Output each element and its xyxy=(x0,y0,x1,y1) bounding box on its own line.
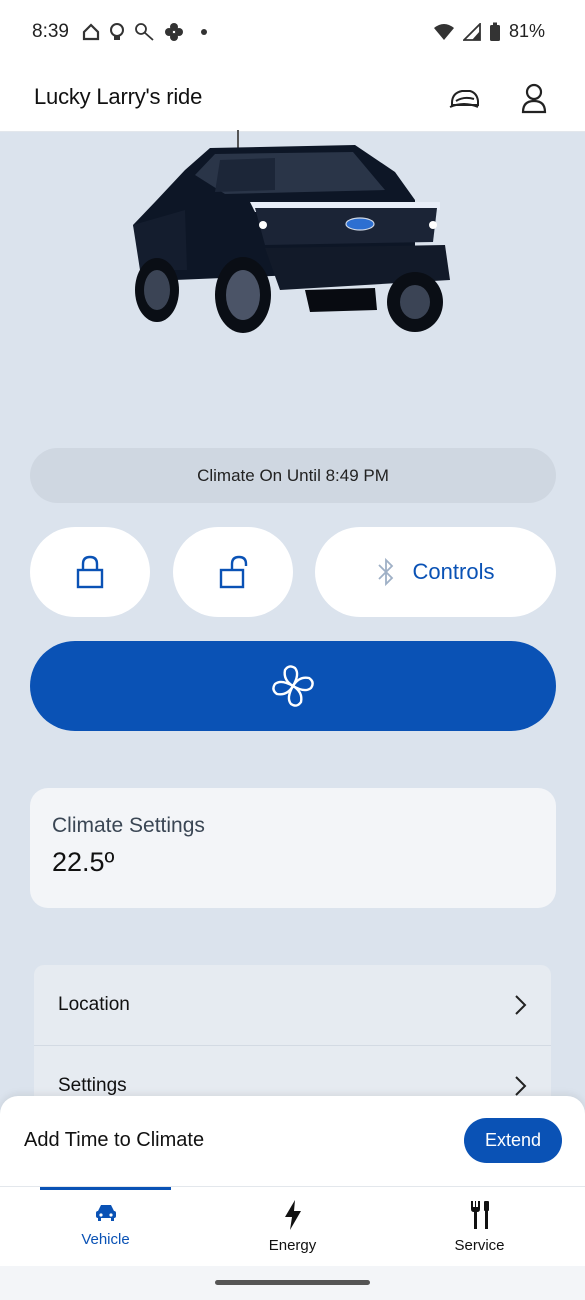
bottom-tab-bar: Vehicle Energy Service xyxy=(0,1186,585,1266)
list-item-label: Settings xyxy=(58,1075,127,1096)
bulb-icon xyxy=(110,23,124,40)
climate-settings-title: Climate Settings xyxy=(52,814,205,837)
fan-icon xyxy=(272,665,314,707)
vehicle-switch-icon[interactable] xyxy=(446,81,482,117)
signal-icon xyxy=(462,22,481,41)
battery-percent: 81% xyxy=(508,21,545,41)
system-navigation-bar xyxy=(0,1266,585,1300)
tab-vehicle[interactable]: Vehicle xyxy=(8,1187,203,1267)
list-item-location[interactable]: Location xyxy=(34,965,551,1046)
key-icon xyxy=(135,23,154,41)
home-icon xyxy=(82,23,100,41)
page-title: Lucky Larry's ride xyxy=(34,84,203,109)
climate-status-text: Climate On Until 8:49 PM xyxy=(197,465,389,485)
unlock-button[interactable] xyxy=(173,527,293,617)
battery-icon xyxy=(489,22,500,41)
tab-energy[interactable]: Energy xyxy=(195,1187,390,1267)
add-time-label: Add Time to Climate xyxy=(24,1129,205,1151)
lock-icon xyxy=(76,555,104,589)
controls-label: Controls xyxy=(412,559,495,584)
tab-service[interactable]: Service xyxy=(382,1187,577,1267)
fan-notification-icon xyxy=(165,23,183,41)
tab-label: Energy xyxy=(268,1237,317,1254)
notification-icons xyxy=(82,22,212,42)
tools-icon xyxy=(470,1201,489,1229)
climate-settings-card[interactable]: Climate Settings 22.5º xyxy=(30,788,556,908)
add-time-sheet: Add Time to Climate Extend xyxy=(0,1096,585,1186)
climate-status-banner: Climate On Until 8:49 PM xyxy=(30,448,556,503)
tab-label: Service xyxy=(454,1237,505,1254)
pickup-truck-image xyxy=(133,130,450,333)
climate-fan-button[interactable] xyxy=(30,641,556,731)
climate-temperature: 22.5º xyxy=(52,847,115,877)
tab-label: Vehicle xyxy=(81,1231,130,1248)
wifi-icon xyxy=(433,23,454,40)
status-time: 8:39 xyxy=(32,21,69,42)
controls-button[interactable]: Controls xyxy=(315,527,556,617)
home-gesture-handle[interactable] xyxy=(215,1280,370,1285)
chevron-right-icon xyxy=(515,995,527,1015)
list-item-label: Location xyxy=(58,994,130,1015)
extend-button[interactable]: Extend xyxy=(464,1118,562,1163)
car-icon xyxy=(95,1205,116,1221)
status-bar: 8:39 81% xyxy=(0,0,585,65)
account-icon[interactable] xyxy=(516,81,552,117)
app-header: Lucky Larry's ride xyxy=(0,65,585,132)
chevron-right-icon xyxy=(515,1076,527,1096)
unlock-icon xyxy=(219,555,248,589)
lightning-icon xyxy=(284,1200,301,1230)
bluetooth-icon xyxy=(377,557,393,587)
dot-icon xyxy=(201,29,207,35)
lock-button[interactable] xyxy=(30,527,150,617)
